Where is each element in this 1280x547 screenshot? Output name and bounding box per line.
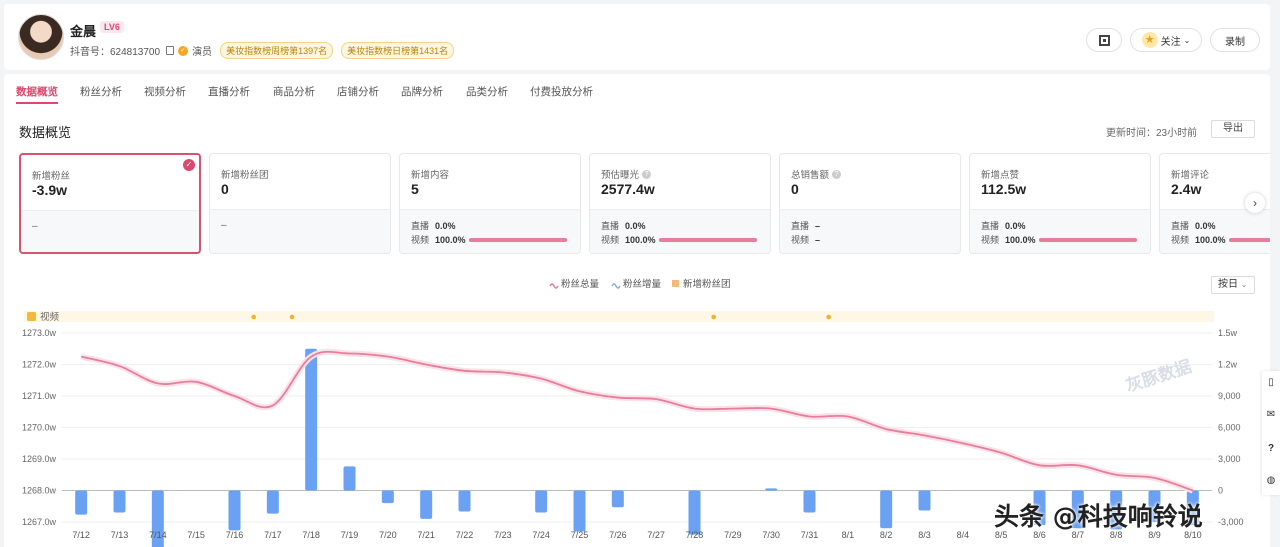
x-tick: 7/24 [532, 530, 550, 540]
y-tick-right: 9,000 [1218, 391, 1241, 401]
bar [458, 490, 471, 512]
period-label: 按日 [1218, 279, 1238, 290]
x-tick: 7/30 [762, 530, 780, 540]
fans-total-line [80, 350, 1194, 492]
bar [266, 490, 279, 514]
video-marker [289, 314, 295, 320]
x-tick: 7/22 [456, 530, 474, 540]
bar [535, 490, 548, 513]
y-tick-right: 1.5w [1218, 328, 1238, 338]
x-tick: 7/21 [417, 530, 435, 540]
bar [381, 490, 394, 504]
y-tick-right: 6,000 [1218, 423, 1241, 433]
x-tick: 7/19 [341, 530, 359, 540]
watermark: 头条 @科技响铃说 [994, 502, 1203, 531]
x-tick: 7/29 [724, 530, 742, 540]
side-toolbar: ▯ ✉ ? ◍ [1262, 371, 1280, 495]
legend-label: 新增粉丝团 [683, 278, 731, 290]
legend-swatch [549, 283, 559, 289]
bar [420, 490, 433, 519]
chat-icon[interactable]: ◍ [1266, 475, 1276, 486]
y-tick-left: 1270.0w [22, 423, 57, 433]
bar [611, 490, 624, 508]
x-tick: 7/27 [647, 530, 665, 540]
x-tick: 7/18 [302, 530, 320, 540]
bar [880, 490, 893, 529]
y-tick-right: -3,000 [1218, 517, 1244, 527]
bar [228, 490, 241, 531]
legend-label: 粉丝增量 [623, 278, 662, 290]
legend-swatch [611, 283, 621, 289]
x-tick: 7/14 [149, 530, 167, 540]
phone-icon[interactable]: ▯ [1266, 377, 1276, 388]
bar [918, 490, 931, 511]
video-track [24, 311, 1214, 322]
y-tick-left: 1269.0w [22, 454, 57, 464]
x-tick: 7/17 [264, 530, 282, 540]
bar [573, 490, 586, 532]
x-tick: 8/4 [957, 530, 970, 540]
x-tick: 7/16 [226, 530, 244, 540]
video-track-icon [27, 312, 36, 321]
mail-icon[interactable]: ✉ [1266, 409, 1276, 420]
legend-swatch [672, 280, 679, 287]
bar [803, 490, 816, 513]
x-tick: 7/26 [609, 530, 627, 540]
chevron-down-icon: ⌄ [1240, 280, 1248, 289]
y-tick-right: 0 [1218, 486, 1223, 496]
bar [75, 490, 88, 515]
bar [305, 348, 318, 491]
bar [765, 488, 778, 491]
bar [343, 466, 356, 491]
y-tick-left: 1267.0w [22, 517, 57, 527]
y-tick-left: 1272.0w [22, 360, 57, 370]
period-select[interactable]: 按日 ⌄ [1211, 276, 1255, 294]
y-tick-left: 1273.0w [22, 328, 57, 338]
bar [113, 490, 126, 513]
chart-watermark: 灰豚数据 [1123, 356, 1194, 396]
video-marker [251, 314, 256, 320]
x-tick: 8/3 [918, 530, 931, 540]
x-tick: 7/15 [187, 530, 205, 540]
x-tick: 8/1 [842, 530, 855, 540]
video-marker [826, 314, 831, 320]
legend-label: 粉丝总量 [561, 278, 600, 290]
x-tick: 7/20 [379, 530, 397, 540]
x-tick: 7/23 [494, 530, 512, 540]
x-tick: 7/31 [801, 530, 819, 540]
x-tick: 7/12 [72, 530, 90, 540]
y-tick-left: 1271.0w [22, 391, 57, 401]
y-tick-right: 3,000 [1218, 454, 1241, 464]
line-glow [80, 348, 1194, 494]
video-track-label: 视频 [40, 311, 60, 323]
x-tick: 7/25 [571, 530, 589, 540]
x-tick: 7/13 [111, 530, 129, 540]
x-tick: 8/2 [880, 530, 893, 540]
fans-chart: 粉丝总量 粉丝增量 新增粉丝团灰豚数据 视频 1267.0w 1268.0w 1269.0w… [22, 278, 1244, 547]
bar [688, 490, 701, 535]
video-marker [711, 314, 716, 320]
x-tick: 7/28 [686, 530, 704, 540]
y-tick-left: 1268.0w [22, 486, 57, 496]
help-icon[interactable]: ? [1266, 443, 1276, 454]
y-tick-right: 1.2w [1218, 360, 1238, 370]
